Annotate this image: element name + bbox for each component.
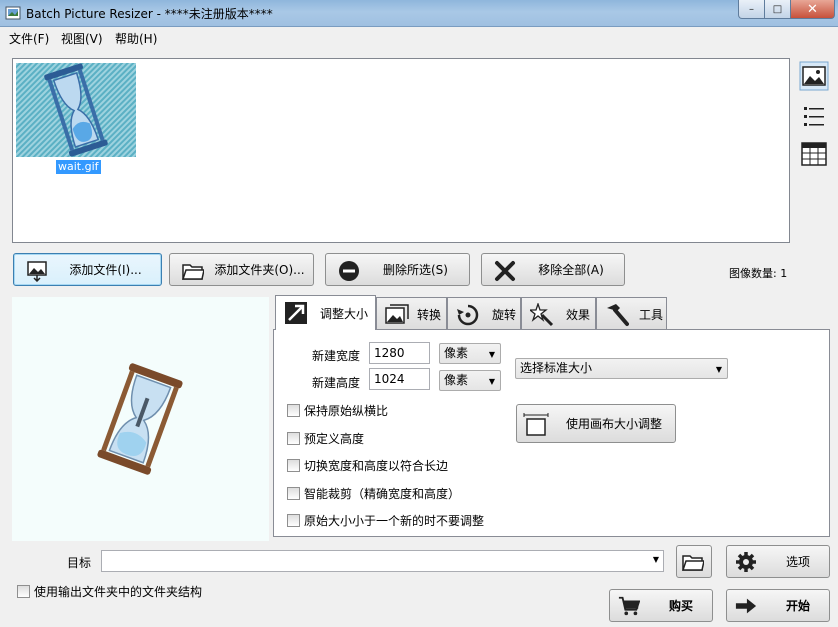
remove-all-button[interactable]: 移除全部(A) <box>481 253 625 286</box>
remove-selected-label: 删除所选(S) <box>383 263 448 277</box>
buy-button[interactable]: 购买 <box>609 589 713 622</box>
remove-selected-button[interactable]: 删除所选(S) <box>325 253 470 286</box>
smart-crop-checkbox[interactable]: 智能裁剪（精确宽度和高度） <box>287 485 460 502</box>
image-count: 图像数量: 1 <box>729 267 788 280</box>
checkbox-box[interactable] <box>287 514 300 527</box>
chevron-down-icon: ▼ <box>488 377 495 386</box>
add-files-button[interactable]: 添加文件(I)... <box>13 253 162 286</box>
file-list[interactable]: wait.gif <box>12 58 790 243</box>
maximize-button[interactable]: □ <box>764 0 791 19</box>
start-button[interactable]: 开始 <box>726 589 830 622</box>
tab-rotate-label: 旋转 <box>492 307 517 322</box>
width-unit-select[interactable]: 像素 ▼ <box>439 343 501 364</box>
options-button[interactable]: 选项 <box>726 545 830 578</box>
width-unit-value: 像素 <box>444 346 469 360</box>
height-label: 新建高度 <box>312 376 361 390</box>
window-title: Batch Picture Resizer - ****未注册版本**** <box>26 7 273 21</box>
tab-resize-label: 调整大小 <box>320 306 369 321</box>
checkbox-box[interactable] <box>287 459 300 472</box>
menu-bar: 文件(F) 视图(V) 帮助(H) <box>0 27 838 47</box>
canvas-icon <box>523 413 549 436</box>
app-icon <box>5 6 21 20</box>
swap-dimensions-checkbox[interactable]: 切换宽度和高度以符合长边 <box>287 457 448 474</box>
resize-icon <box>285 302 307 324</box>
list-view-icon[interactable] <box>799 101 829 131</box>
width-label: 新建宽度 <box>312 349 361 363</box>
add-folder-button[interactable]: 添加文件夹(O)... <box>169 253 314 286</box>
target-label: 目标 <box>67 556 92 570</box>
hourglass-preview-icon <box>97 363 183 475</box>
hourglass-icon <box>16 63 136 157</box>
standard-size-value: 选择标准大小 <box>520 361 593 375</box>
keep-aspect-label: 保持原始纵横比 <box>304 404 389 418</box>
standard-size-select[interactable]: 选择标准大小 ▼ <box>515 358 728 379</box>
tab-tools-label: 工具 <box>639 307 664 322</box>
checkbox-box[interactable] <box>287 404 300 417</box>
image-preview <box>12 297 269 541</box>
gear-icon <box>736 552 756 572</box>
swap-dimensions-label: 切换宽度和高度以符合长边 <box>304 459 449 473</box>
minimize-button[interactable]: – <box>738 0 765 19</box>
tab-convert[interactable]: 转换 <box>376 297 447 330</box>
title-bar: Batch Picture Resizer - ****未注册版本**** – … <box>0 0 838 27</box>
file-name-label[interactable]: wait.gif <box>56 160 101 174</box>
chevron-down-icon: ▼ <box>488 350 495 359</box>
smart-crop-label: 智能裁剪（精确宽度和高度） <box>304 487 461 501</box>
menu-file[interactable]: 文件(F) <box>9 30 49 47</box>
hammer-icon <box>607 304 629 326</box>
menu-view[interactable]: 视图(V) <box>61 30 103 47</box>
x-icon <box>495 261 515 281</box>
rotate-icon <box>457 304 479 326</box>
file-thumbnail[interactable] <box>16 63 136 157</box>
height-unit-value: 像素 <box>444 373 469 387</box>
tab-effects-label: 效果 <box>566 307 591 322</box>
browse-folder-button[interactable] <box>676 545 712 578</box>
checkbox-box[interactable] <box>17 585 30 598</box>
predefined-height-label: 预定义高度 <box>304 432 365 446</box>
add-image-icon <box>27 261 47 282</box>
canvas-resize-button[interactable]: 使用画布大小调整 <box>516 404 676 443</box>
predefined-height-checkbox[interactable]: 预定义高度 <box>287 430 364 447</box>
height-input[interactable]: 1024 <box>369 368 430 390</box>
options-label: 选项 <box>785 555 810 569</box>
canvas-resize-label: 使用画布大小调整 <box>565 417 662 431</box>
effects-icon <box>530 303 554 327</box>
add-files-label: 添加文件(I)... <box>69 263 142 277</box>
target-folder-input[interactable]: ▼ <box>101 550 664 572</box>
folder-icon <box>682 555 704 571</box>
tab-convert-label: 转换 <box>417 307 442 322</box>
grid-view-icon[interactable] <box>799 139 829 169</box>
height-unit-select[interactable]: 像素 ▼ <box>439 370 501 391</box>
tab-effects[interactable]: 效果 <box>521 297 596 330</box>
chevron-down-icon: ▼ <box>715 365 722 374</box>
remove-all-label: 移除全部(A) <box>538 263 604 277</box>
keep-aspect-checkbox[interactable]: 保持原始纵横比 <box>287 402 388 419</box>
resize-panel: 新建宽度 1280 像素 ▼ 新建高度 1024 像素 ▼ 选择标准大小 ▼ 使… <box>273 329 830 537</box>
menu-help[interactable]: 帮助(H) <box>115 30 157 47</box>
close-button[interactable]: ✕ <box>790 0 835 19</box>
folder-icon <box>182 264 204 280</box>
cart-icon <box>618 596 640 616</box>
convert-icon <box>385 304 409 324</box>
start-label: 开始 <box>785 599 810 613</box>
buy-label: 购买 <box>668 599 693 613</box>
arrow-right-icon <box>735 598 757 614</box>
no-upscale-label: 原始大小小于一个新的时不要调整 <box>304 514 485 528</box>
chevron-down-icon[interactable]: ▼ <box>653 555 659 564</box>
tab-resize[interactable]: 调整大小 <box>275 295 376 330</box>
minus-circle-icon <box>339 261 359 281</box>
checkbox-box[interactable] <box>287 487 300 500</box>
checkbox-box[interactable] <box>287 432 300 445</box>
width-input[interactable]: 1280 <box>369 342 430 364</box>
add-folder-label: 添加文件夹(O)... <box>214 263 305 277</box>
folder-structure-checkbox[interactable]: 使用输出文件夹中的文件夹结构 <box>17 583 202 600</box>
tab-tools[interactable]: 工具 <box>596 297 667 330</box>
folder-structure-label: 使用输出文件夹中的文件夹结构 <box>34 585 203 599</box>
tab-rotate[interactable]: 旋转 <box>447 297 521 330</box>
no-upscale-checkbox[interactable]: 原始大小小于一个新的时不要调整 <box>287 512 484 529</box>
thumbnail-view-icon[interactable] <box>799 61 829 91</box>
